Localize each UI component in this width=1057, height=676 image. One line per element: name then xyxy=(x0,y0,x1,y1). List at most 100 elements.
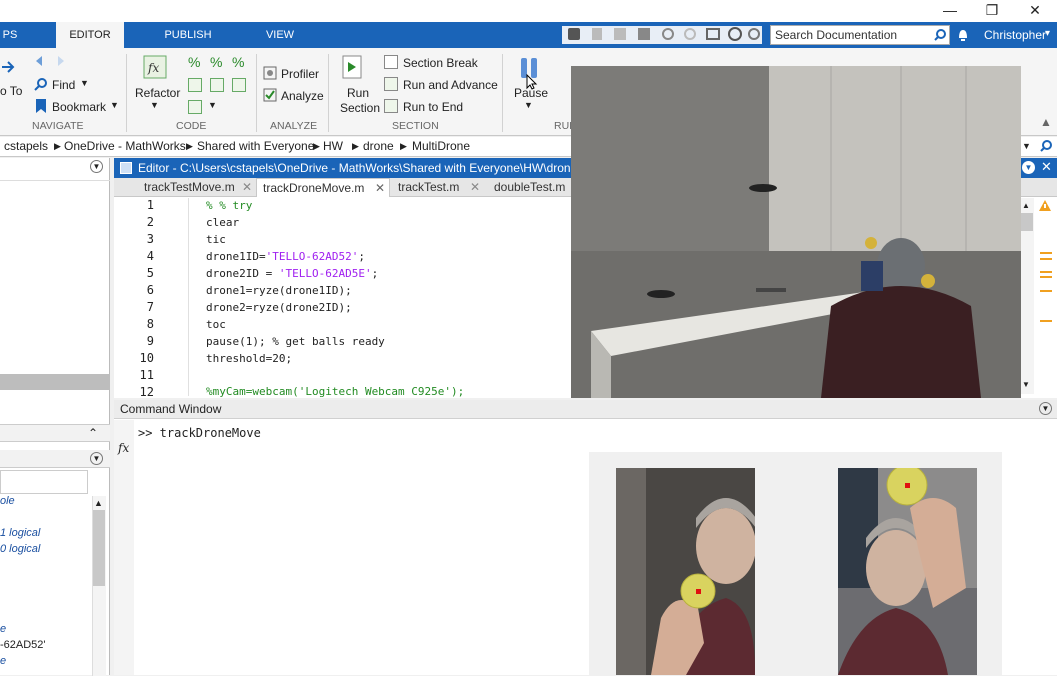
scroll-up-icon[interactable]: ▲ xyxy=(1022,201,1030,210)
decrease-indent-icon[interactable] xyxy=(232,78,246,92)
run-and-advance-button[interactable]: Run and Advance xyxy=(403,78,498,92)
pause-chevron-icon[interactable]: ▼ xyxy=(524,100,533,110)
path-dropdown-icon[interactable]: ▼ xyxy=(1022,137,1031,156)
minimize-toolstrip-icon[interactable]: ▲ xyxy=(1040,115,1052,129)
bookmark-button[interactable]: Bookmark xyxy=(52,100,106,114)
warning-marker[interactable] xyxy=(1040,276,1052,278)
find-button[interactable]: Find xyxy=(52,78,75,92)
profiler-button[interactable]: Profiler xyxy=(281,67,319,81)
warning-marker[interactable] xyxy=(1040,258,1052,260)
warning-marker[interactable] xyxy=(1040,320,1052,322)
path-segment[interactable]: cstapels xyxy=(4,137,48,156)
path-segment[interactable]: drone xyxy=(363,137,394,156)
wrap-comments-icon[interactable] xyxy=(188,78,202,92)
switch-windows-icon[interactable] xyxy=(706,28,720,40)
back-forward-icon[interactable] xyxy=(34,54,74,68)
run-to-end-button[interactable]: Run to End xyxy=(403,100,463,114)
workspace-item[interactable]: 0 logical xyxy=(0,543,40,555)
warning-marker[interactable] xyxy=(1040,271,1052,273)
editor-tab[interactable]: doubleTest.m xyxy=(488,178,578,197)
user-name[interactable]: Christopher xyxy=(984,28,1046,42)
details-collapse-icon[interactable]: ⌃ xyxy=(88,426,98,440)
insert-fx-icon[interactable] xyxy=(188,100,202,114)
search-box[interactable]: Search Documentation xyxy=(770,25,950,45)
workspace-scroll-thumb[interactable] xyxy=(93,510,105,586)
tab-apps[interactable]: PS xyxy=(0,22,20,48)
editor-options-icon[interactable]: ▼ xyxy=(1022,161,1035,174)
workspace-item[interactable]: e xyxy=(0,655,6,667)
minimize-button[interactable]: — xyxy=(930,0,970,22)
run-section-button[interactable]: Run Section xyxy=(340,86,380,116)
workspace-options-icon[interactable]: ▼ xyxy=(90,452,103,465)
workspace-item[interactable]: 1 logical xyxy=(0,527,40,539)
path-segment[interactable]: Shared with Everyone xyxy=(197,137,314,156)
scroll-up-icon[interactable]: ▲ xyxy=(94,498,103,508)
section-break-button[interactable]: Section Break xyxy=(403,56,478,70)
redo-icon[interactable] xyxy=(684,28,696,40)
comment-percent-icon[interactable]: % xyxy=(188,54,200,70)
panel-options-icon[interactable]: ▼ xyxy=(90,160,103,173)
close-button[interactable]: ✕ xyxy=(1015,0,1055,22)
find-chevron-icon[interactable]: ▼ xyxy=(80,78,89,88)
editor-tab[interactable]: trackTestMove.m ✕ xyxy=(138,178,256,197)
warning-marker[interactable] xyxy=(1040,290,1052,292)
tab-close-icon[interactable]: ✕ xyxy=(470,178,480,196)
run-group-label: RUI xyxy=(554,120,573,132)
tab-editor[interactable]: EDITOR xyxy=(56,22,124,48)
help-icon[interactable] xyxy=(728,27,742,41)
analyze-button[interactable]: Analyze xyxy=(281,89,324,103)
workspace-item[interactable]: -62AD52' xyxy=(0,639,46,651)
selected-file-row[interactable] xyxy=(0,374,110,390)
bookmark-chevron-icon[interactable]: ▼ xyxy=(110,100,119,110)
options-icon[interactable] xyxy=(748,28,760,40)
copy-icon[interactable] xyxy=(614,28,626,40)
code-line[interactable]: tic xyxy=(206,233,226,246)
save-icon[interactable] xyxy=(568,28,580,40)
tab-publish[interactable]: PUBLISH xyxy=(154,22,222,48)
code-line[interactable]: threshold=20; xyxy=(206,352,292,365)
command-window-options-icon[interactable]: ▼ xyxy=(1039,402,1052,415)
path-segment[interactable]: MultiDrone xyxy=(412,137,470,156)
warning-icon[interactable] xyxy=(1038,199,1052,212)
editor-tab[interactable]: trackTest.m ✕ xyxy=(392,178,484,197)
code-line[interactable]: pause(1); % get balls ready xyxy=(206,335,385,348)
code-line[interactable]: drone2ID = 'TELLO-62AD5E'; xyxy=(206,267,378,280)
code-line[interactable]: drone1ID='TELLO-62AD52'; xyxy=(206,250,365,263)
code-chevron-icon[interactable]: ▼ xyxy=(208,100,217,110)
user-menu-chevron-icon[interactable]: ▾ xyxy=(1045,28,1050,39)
workspace-item[interactable]: ole xyxy=(0,495,15,507)
workspace-item[interactable]: e xyxy=(0,623,6,635)
tab-view[interactable]: VIEW xyxy=(250,22,310,48)
undo-icon[interactable] xyxy=(662,28,674,40)
search-icon[interactable] xyxy=(934,29,946,41)
path-segment[interactable]: OneDrive - MathWorks xyxy=(64,137,186,156)
code-line[interactable]: clear xyxy=(206,216,239,229)
function-browser-icon[interactable]: fx xyxy=(118,441,129,455)
search-input[interactable]: Search Documentation xyxy=(775,28,897,42)
command-prompt-line[interactable]: >> trackDroneMove xyxy=(138,426,261,440)
go-to-button[interactable]: o To xyxy=(0,84,22,98)
code-line[interactable]: %myCam=webcam('Logitech Webcam C925e'); xyxy=(206,385,464,398)
uncomment-icon[interactable]: % xyxy=(232,54,244,70)
code-line[interactable]: toc xyxy=(206,318,226,331)
restore-button[interactable]: ❐ xyxy=(972,0,1012,22)
refactor-button[interactable]: Refactor xyxy=(135,86,180,100)
refactor-chevron-icon[interactable]: ▼ xyxy=(150,100,159,110)
code-line[interactable]: drone1=ryze(drone1ID); xyxy=(206,284,352,297)
scroll-down-icon[interactable]: ▼ xyxy=(1022,380,1030,389)
warning-marker[interactable] xyxy=(1040,252,1052,254)
path-search-icon[interactable] xyxy=(1040,140,1052,152)
cut-icon[interactable] xyxy=(592,28,602,40)
path-segment[interactable]: HW xyxy=(323,137,343,156)
comment-wrap-icon[interactable]: % xyxy=(210,54,222,70)
editor-close-icon[interactable]: ✕ xyxy=(1041,159,1052,175)
editor-tab-active[interactable]: trackDroneMove.m ✕ xyxy=(256,178,390,197)
code-line[interactable]: drone2=ryze(drone2ID); xyxy=(206,301,352,314)
smart-indent-icon[interactable] xyxy=(210,78,224,92)
paste-icon[interactable] xyxy=(638,28,650,40)
tab-close-icon[interactable]: ✕ xyxy=(242,178,252,196)
editor-scroll-thumb[interactable] xyxy=(1021,213,1033,231)
bell-icon[interactable] xyxy=(957,28,969,42)
code-line[interactable]: % % try xyxy=(206,199,252,212)
tab-close-icon[interactable]: ✕ xyxy=(375,179,385,197)
